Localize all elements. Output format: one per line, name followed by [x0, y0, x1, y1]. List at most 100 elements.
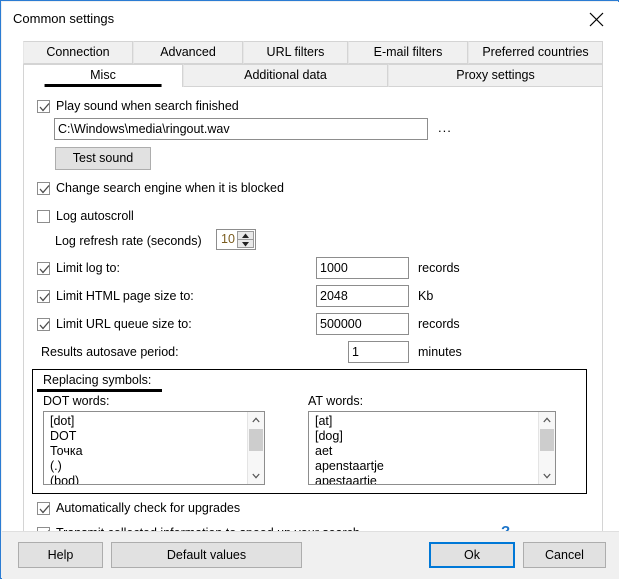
tab-connection[interactable]: Connection [23, 41, 133, 64]
ok-button[interactable]: Ok [429, 542, 515, 568]
checkbox-label: Play sound when search finished [56, 99, 239, 113]
common-settings-dialog: Common settings Connection Advanced URL … [0, 0, 619, 579]
tab-label: E-mail filters [373, 45, 443, 59]
tab-label: Misc [90, 68, 116, 82]
chevron-down-icon [242, 242, 249, 247]
chevron-up-icon [543, 417, 551, 423]
replacing-symbols-title: Replacing symbols: [43, 373, 152, 387]
list-item[interactable]: apenstaartje [309, 459, 538, 474]
close-button[interactable] [574, 2, 619, 35]
spinner-value: 10 [221, 232, 235, 246]
checkbox-box [37, 261, 50, 275]
check-icon [39, 320, 50, 329]
at-words-scrollbar[interactable] [538, 412, 555, 484]
tab-label: Connection [46, 45, 110, 59]
checkbox-box [37, 317, 50, 331]
checkbox-box [37, 501, 50, 515]
log-refresh-spinner[interactable]: 10 [216, 229, 256, 250]
tab-row-2: Misc Additional data Proxy settings [23, 64, 603, 88]
help-button[interactable]: Help [18, 542, 103, 568]
list-item[interactable]: [dog] [309, 429, 538, 444]
checkbox-box [37, 209, 50, 223]
checkbox-label: Log autoscroll [56, 209, 134, 223]
tab-misc[interactable]: Misc [23, 64, 183, 88]
tab-row-1: Connection Advanced URL filters E-mail f… [23, 41, 603, 64]
scroll-down-button[interactable] [539, 468, 555, 484]
autosave-period-input[interactable]: 1 [348, 341, 409, 363]
replacing-symbols-underline [37, 389, 162, 392]
dot-words-listbox[interactable]: [dot] DOT Точка (.) (bod) [43, 411, 265, 485]
window-title: Common settings [13, 11, 115, 26]
checkbox-label: Limit HTML page size to: [56, 289, 194, 303]
spinner-up-button[interactable] [237, 231, 254, 239]
limit-html-size-checkbox[interactable]: Limit HTML page size to: [37, 289, 194, 303]
list-item[interactable]: (bod) [44, 474, 247, 484]
chevron-down-icon [543, 473, 551, 479]
dialog-button-bar: Help Default values Ok Cancel [2, 531, 619, 579]
tab-label: Additional data [244, 68, 327, 82]
scrollbar-thumb[interactable] [249, 429, 263, 451]
checkbox-label: Change search engine when it is blocked [56, 181, 284, 195]
chevron-down-icon [252, 473, 260, 479]
dot-words-scrollbar[interactable] [247, 412, 264, 484]
scrollbar-thumb[interactable] [540, 429, 554, 451]
checkbox-label: Automatically check for upgrades [56, 501, 241, 515]
dot-words-items: [dot] DOT Точка (.) (bod) [44, 414, 247, 484]
tab-label: Proxy settings [456, 68, 535, 82]
limit-log-input[interactable]: 1000 [316, 257, 409, 279]
list-item[interactable]: DOT [44, 429, 247, 444]
limit-url-queue-checkbox[interactable]: Limit URL queue size to: [37, 317, 192, 331]
tab-additional-data[interactable]: Additional data [183, 64, 388, 87]
tab-proxy-settings[interactable]: Proxy settings [388, 64, 603, 87]
sound-path-input[interactable]: C:\Windows\media\ringout.wav [54, 118, 428, 140]
autosave-period-label: Results autosave period: [41, 345, 179, 359]
limit-log-checkbox[interactable]: Limit log to: [37, 261, 120, 275]
scroll-down-button[interactable] [248, 468, 264, 484]
spinner-buttons[interactable] [237, 231, 254, 248]
log-refresh-label: Log refresh rate (seconds) [55, 234, 202, 248]
default-values-button[interactable]: Default values [111, 542, 302, 568]
checkbox-box [37, 99, 50, 113]
change-search-engine-checkbox[interactable]: Change search engine when it is blocked [37, 181, 284, 195]
limit-url-queue-unit: records [418, 317, 460, 331]
list-item[interactable]: apestaartje [309, 474, 538, 484]
list-item[interactable]: Точка [44, 444, 247, 459]
list-item[interactable]: aet [309, 444, 538, 459]
list-item[interactable]: [dot] [44, 414, 247, 429]
dialog-client-area: Connection Advanced URL filters E-mail f… [2, 35, 619, 578]
checkbox-label: Limit URL queue size to: [56, 317, 192, 331]
tab-preferred-countries[interactable]: Preferred countries [468, 41, 603, 64]
scroll-up-button[interactable] [539, 412, 555, 428]
checkbox-box [37, 289, 50, 303]
auto-check-upgrades-checkbox[interactable]: Automatically check for upgrades [37, 501, 240, 515]
cancel-button[interactable]: Cancel [523, 542, 606, 568]
misc-tab-panel: Play sound when search finished C:\Windo… [23, 87, 603, 553]
list-item[interactable]: [at] [309, 414, 538, 429]
limit-url-queue-input[interactable]: 500000 [316, 313, 409, 335]
limit-log-unit: records [418, 261, 460, 275]
play-sound-checkbox[interactable]: Play sound when search finished [37, 99, 239, 113]
tab-url-filters[interactable]: URL filters [243, 41, 348, 64]
checkbox-box [37, 181, 50, 195]
list-item[interactable]: (.) [44, 459, 247, 474]
tab-label: Advanced [160, 45, 216, 59]
browse-sound-button[interactable]: ... [438, 120, 452, 135]
chevron-up-icon [252, 417, 260, 423]
scroll-up-button[interactable] [248, 412, 264, 428]
check-icon [39, 102, 50, 111]
limit-html-size-input[interactable]: 2048 [316, 285, 409, 307]
tab-email-filters[interactable]: E-mail filters [348, 41, 468, 64]
autosave-period-unit: minutes [418, 345, 462, 359]
spinner-down-button[interactable] [237, 239, 254, 248]
check-icon [39, 292, 50, 301]
test-sound-button[interactable]: Test sound [55, 147, 151, 170]
log-autoscroll-checkbox[interactable]: Log autoscroll [37, 209, 134, 223]
tab-advanced[interactable]: Advanced [133, 41, 243, 64]
tab-label: URL filters [266, 45, 325, 59]
check-icon [39, 264, 50, 273]
checkbox-label: Limit log to: [56, 261, 120, 275]
at-words-listbox[interactable]: [at] [dog] aet apenstaartje apestaartje [308, 411, 556, 485]
dot-words-label: DOT words: [43, 394, 110, 408]
limit-html-size-unit: Kb [418, 289, 434, 303]
check-icon [39, 504, 50, 513]
